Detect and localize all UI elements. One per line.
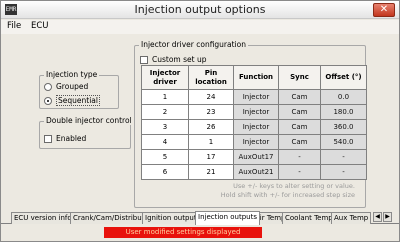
radio-grouped[interactable]: Grouped [44, 82, 88, 91]
table-row: 6 21 AuxOut21 - - [141, 164, 367, 180]
sync-cell[interactable]: Cam [278, 119, 321, 135]
function-cell[interactable]: Injector [233, 104, 279, 120]
driver-cell[interactable]: 3 [141, 119, 189, 135]
tab-scroll-right-icon[interactable]: ▶ [383, 212, 392, 222]
driver-cell[interactable]: 4 [141, 134, 189, 150]
pin-cell[interactable]: 24 [188, 89, 234, 105]
window-title: Injection output options [134, 3, 266, 16]
function-cell[interactable]: Injector [233, 119, 279, 135]
col-header-sync: Sync [278, 65, 321, 90]
function-cell[interactable]: Injector [233, 134, 279, 150]
close-button[interactable]: ✕ [373, 3, 395, 17]
table-row: 2 23 Injector Cam 180.0 [141, 104, 367, 120]
pin-cell[interactable]: 17 [188, 149, 234, 165]
pin-cell[interactable]: 26 [188, 119, 234, 135]
injection-type-group: Injection type Grouped Sequential [39, 70, 119, 109]
injection-type-title: Injection type [44, 70, 100, 79]
offset-cell[interactable]: - [320, 164, 367, 180]
driver-cell[interactable]: 6 [141, 164, 189, 180]
sync-cell[interactable]: Cam [278, 89, 321, 105]
table-row: 1 24 Injector Cam 0.0 [141, 89, 367, 105]
radio-sequential[interactable]: Sequential [44, 95, 100, 106]
col-header-function: Function [233, 65, 279, 90]
hint-line-1: Use +/- keys to alter setting or value. [233, 182, 355, 190]
function-cell[interactable]: AuxOut21 [233, 164, 279, 180]
function-cell[interactable]: AuxOut17 [233, 149, 279, 165]
offset-cell[interactable]: - [320, 149, 367, 165]
main-window: EMR Injection output options ✕ File ECU … [0, 0, 400, 242]
double-injector-title: Double injector control [44, 116, 134, 125]
col-header-offset: Offset (°) [320, 65, 367, 90]
driver-cell[interactable]: 2 [141, 104, 189, 120]
pin-cell[interactable]: 1 [188, 134, 234, 150]
driver-cell[interactable]: 5 [141, 149, 189, 165]
custom-setup-label: Custom set up [152, 55, 207, 64]
tab-coolant-temp[interactable]: Coolant Temp [282, 212, 336, 224]
table-header-row: Injector driver Pin location Function Sy… [141, 65, 367, 90]
menu-file[interactable]: File [7, 21, 21, 31]
offset-cell[interactable]: 540.0 [320, 134, 367, 150]
pin-cell[interactable]: 23 [188, 104, 234, 120]
custom-setup-checkbox[interactable] [140, 55, 148, 64]
radio-grouped-button[interactable] [44, 82, 52, 91]
sync-cell[interactable]: Cam [278, 134, 321, 150]
enabled-checkbox[interactable] [44, 134, 52, 143]
table-row: 4 1 Injector Cam 540.0 [141, 134, 367, 150]
injector-table: Injector driver Pin location Function Sy… [141, 65, 367, 180]
driver-cell[interactable]: 1 [141, 89, 189, 105]
radio-sequential-button[interactable] [44, 96, 52, 105]
sync-cell[interactable]: - [278, 149, 321, 165]
offset-cell[interactable]: 180.0 [320, 104, 367, 120]
table-row: 3 26 Injector Cam 360.0 [141, 119, 367, 135]
title-bar[interactable]: EMR Injection output options ✕ [1, 1, 399, 19]
enabled-checkbox-row[interactable]: Enabled [44, 134, 86, 143]
status-banner: User modified settings displayed [104, 227, 262, 238]
radio-grouped-label: Grouped [56, 82, 89, 91]
hint-line-2: Hold shift with +/- for increased step s… [220, 191, 355, 199]
enabled-label: Enabled [56, 134, 87, 143]
sync-cell[interactable]: - [278, 164, 321, 180]
menu-bar: File ECU [1, 20, 399, 34]
offset-cell[interactable]: 0.0 [320, 89, 367, 105]
col-header-pin: Pin location [188, 65, 234, 90]
custom-setup-row[interactable]: Custom set up [140, 55, 206, 64]
menu-ecu[interactable]: ECU [31, 21, 49, 31]
offset-cell[interactable]: 360.0 [320, 119, 367, 135]
radio-sequential-label: Sequential [56, 95, 100, 106]
table-row: 5 17 AuxOut17 - - [141, 149, 367, 165]
double-injector-group: Double injector control Enabled [39, 116, 134, 149]
tab-bar: ECU version info Crank/Cam/Distributor I… [1, 211, 399, 225]
tab-injection-outputs[interactable]: Injection outputs [195, 211, 260, 225]
tab-aux-temp[interactable]: Aux Temp [331, 212, 372, 224]
tab-ecu-version-info[interactable]: ECU version info [11, 212, 75, 224]
injector-config-title: Injector driver configuration [139, 40, 248, 49]
function-cell[interactable]: Injector [233, 89, 279, 105]
col-header-driver: Injector driver [141, 65, 189, 90]
tab-scroll-left-icon[interactable]: ◀ [373, 212, 382, 222]
sync-cell[interactable]: Cam [278, 104, 321, 120]
pin-cell[interactable]: 21 [188, 164, 234, 180]
